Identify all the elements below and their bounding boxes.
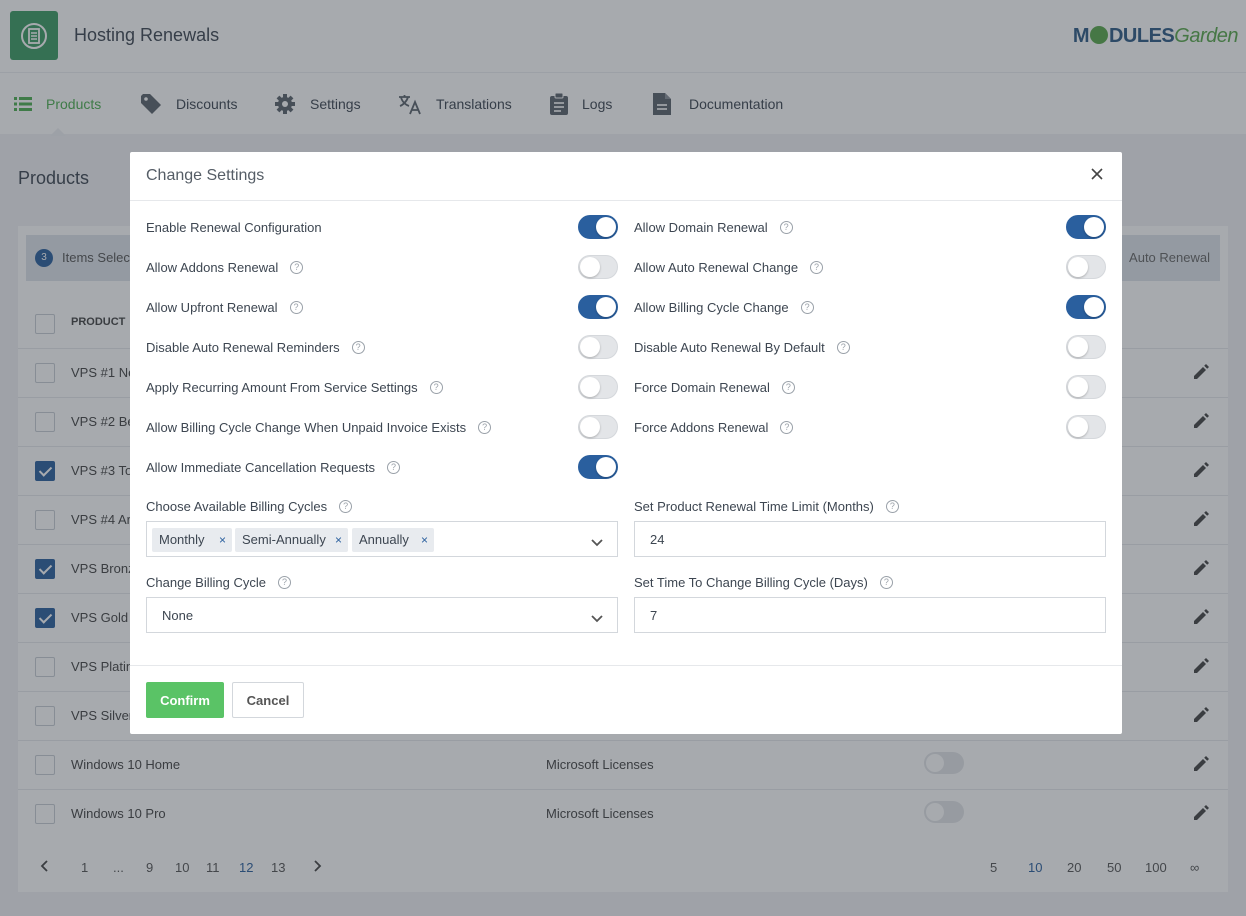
option-toggle[interactable] xyxy=(578,335,618,359)
help-icon[interactable]: ? xyxy=(810,261,824,274)
help-icon[interactable]: ? xyxy=(339,500,353,513)
modal-title: Change Settings xyxy=(146,167,265,184)
change-billing-cycle-label: Change Billing Cycle? xyxy=(146,575,291,590)
option-label: Disable Auto Renewal By Default? xyxy=(634,340,850,355)
tag-monthly: Monthly × xyxy=(152,528,232,552)
help-icon[interactable]: ? xyxy=(800,301,814,314)
option-label: Enable Renewal Configuration xyxy=(146,220,322,235)
remove-tag-icon[interactable]: × xyxy=(421,528,428,552)
change-billing-cycle-select[interactable]: None xyxy=(146,597,618,633)
close-icon[interactable] xyxy=(1090,167,1104,184)
help-icon[interactable]: ? xyxy=(478,421,492,434)
option-label: Allow Domain Renewal? xyxy=(634,220,793,235)
time-limit-value: 24 xyxy=(650,532,665,547)
option-toggle[interactable] xyxy=(578,215,618,239)
option-toggle[interactable] xyxy=(1066,295,1106,319)
modal-footer: Confirm Cancel xyxy=(130,665,1122,734)
cancel-button[interactable]: Cancel xyxy=(232,682,304,718)
option-toggle[interactable] xyxy=(1066,255,1106,279)
option-toggle[interactable] xyxy=(1066,375,1106,399)
change-settings-modal: Change Settings Enable Renewal Configura… xyxy=(130,152,1122,734)
option-toggle[interactable] xyxy=(578,255,618,279)
time-limit-input[interactable]: 24 xyxy=(634,521,1106,557)
help-icon[interactable]: ? xyxy=(277,576,291,589)
remove-tag-icon[interactable]: × xyxy=(335,528,342,552)
option-toggle[interactable] xyxy=(1066,415,1106,439)
help-icon[interactable]: ? xyxy=(781,381,795,394)
option-label: Allow Auto Renewal Change? xyxy=(634,260,824,275)
option-label: Disable Auto Renewal Reminders? xyxy=(146,340,365,355)
billing-cycles-label: Choose Available Billing Cycles? xyxy=(146,499,353,514)
remove-tag-icon[interactable]: × xyxy=(219,528,226,552)
option-toggle[interactable] xyxy=(578,295,618,319)
option-label: Allow Immediate Cancellation Requests? xyxy=(146,460,401,475)
option-label: Force Domain Renewal? xyxy=(634,380,795,395)
option-label: Allow Upfront Renewal? xyxy=(146,300,303,315)
help-icon[interactable]: ? xyxy=(885,500,899,513)
option-label: Allow Billing Cycle Change? xyxy=(634,300,814,315)
help-icon[interactable]: ? xyxy=(779,221,793,234)
help-icon[interactable]: ? xyxy=(429,381,443,394)
option-toggle[interactable] xyxy=(578,375,618,399)
help-icon[interactable]: ? xyxy=(290,261,304,274)
change-days-input[interactable]: 7 xyxy=(634,597,1106,633)
tag-semi-annually: Semi-Annually × xyxy=(235,528,348,552)
modal-header: Change Settings xyxy=(130,152,1122,201)
chevron-down-icon[interactable] xyxy=(591,611,603,626)
option-toggle[interactable] xyxy=(578,415,618,439)
option-toggle[interactable] xyxy=(578,455,618,479)
option-toggle[interactable] xyxy=(1066,335,1106,359)
chevron-down-icon[interactable] xyxy=(591,535,603,550)
option-label: Allow Addons Renewal? xyxy=(146,260,304,275)
help-icon[interactable]: ? xyxy=(289,301,303,314)
help-icon[interactable]: ? xyxy=(879,576,893,589)
change-days-label: Set Time To Change Billing Cycle (Days)? xyxy=(634,575,893,590)
confirm-button[interactable]: Confirm xyxy=(146,682,224,718)
change-billing-cycle-value: None xyxy=(162,608,194,623)
option-label: Allow Billing Cycle Change When Unpaid I… xyxy=(146,420,492,435)
help-icon[interactable]: ? xyxy=(836,341,850,354)
time-limit-label: Set Product Renewal Time Limit (Months)? xyxy=(634,499,899,514)
tag-annually: Annually × xyxy=(352,528,434,552)
option-label: Force Addons Renewal? xyxy=(634,420,794,435)
option-toggle[interactable] xyxy=(1066,215,1106,239)
option-label: Apply Recurring Amount From Service Sett… xyxy=(146,380,443,395)
change-days-value: 7 xyxy=(650,608,658,623)
billing-cycles-select[interactable]: Monthly × Semi-Annually × Annually × xyxy=(146,521,618,557)
help-icon[interactable]: ? xyxy=(387,461,401,474)
help-icon[interactable]: ? xyxy=(351,341,365,354)
help-icon[interactable]: ? xyxy=(780,421,794,434)
